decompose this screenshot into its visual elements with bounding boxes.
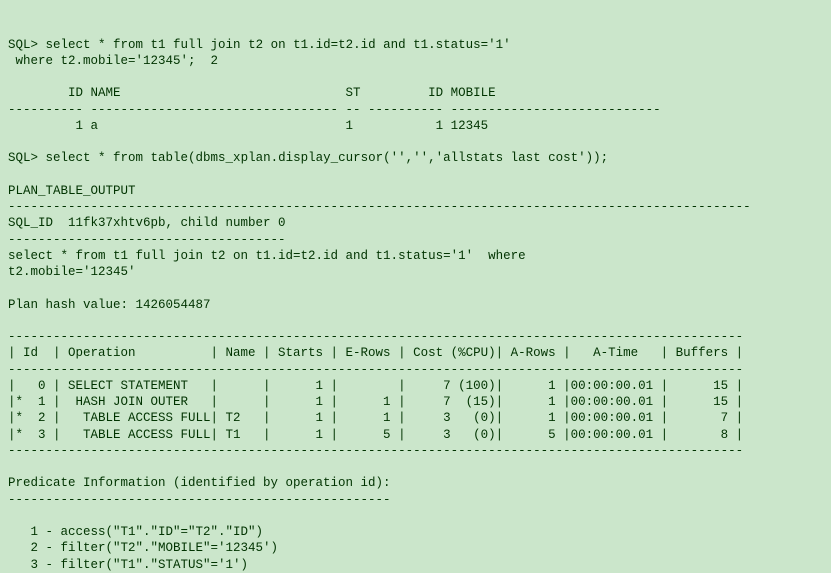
- predicate-header: Predicate Information (identified by ope…: [8, 476, 391, 490]
- sql-statement-line: select * from table(dbms_xplan.display_c…: [46, 151, 609, 165]
- sql-prompt: SQL>: [8, 151, 38, 165]
- plan-row: |* 3 | TABLE ACCESS FULL| T1 | 1 | 5 | 3…: [8, 428, 743, 442]
- stmt-echo: select * from t1 full join t2 on t1.id=t…: [8, 249, 526, 263]
- result-row: 1 a 1 1 12345: [8, 119, 488, 133]
- stmt-echo: t2.mobile='12345': [8, 265, 136, 279]
- predicate-line: 3 - filter("T1"."STATUS"='1'): [8, 558, 248, 572]
- plan-row: |* 2 | TABLE ACCESS FULL| T2 | 1 | 1 | 3…: [8, 411, 743, 425]
- sql-prompt: SQL>: [8, 38, 38, 52]
- plan-row: |* 1 | HASH JOIN OUTER | | 1 | 1 | 7 (15…: [8, 395, 743, 409]
- sql-statement-line: select * from t1 full join t2 on t1.id=t…: [46, 38, 511, 52]
- plan-divider: ----------------------------------------…: [8, 363, 743, 377]
- result-divider: ---------- -----------------------------…: [8, 103, 661, 117]
- predicate-line: 2 - filter("T2"."MOBILE"='12345'): [8, 541, 278, 555]
- plan-header-row: | Id | Operation | Name | Starts | E-Row…: [8, 346, 743, 360]
- sql-id-line: SQL_ID 11fk37xhtv6pb, child number 0: [8, 216, 286, 230]
- result-header: ID NAME ST ID MOBILE: [8, 86, 496, 100]
- predicate-line: 1 - access("T1"."ID"="T2"."ID"): [8, 525, 263, 539]
- plan-divider: ----------------------------------------…: [8, 330, 743, 344]
- plan-divider: ----------------------------------------…: [8, 444, 743, 458]
- sql-statement-line: where t2.mobile='12345'; 2: [16, 54, 219, 68]
- divider: ----------------------------------------…: [8, 200, 751, 214]
- plan-hash: Plan hash value: 1426054487: [8, 298, 211, 312]
- divider: ----------------------------------------…: [8, 493, 391, 507]
- plan-table-output-header: PLAN_TABLE_OUTPUT: [8, 184, 136, 198]
- divider: -------------------------------------: [8, 233, 286, 247]
- plan-row: | 0 | SELECT STATEMENT | | 1 | | 7 (100)…: [8, 379, 743, 393]
